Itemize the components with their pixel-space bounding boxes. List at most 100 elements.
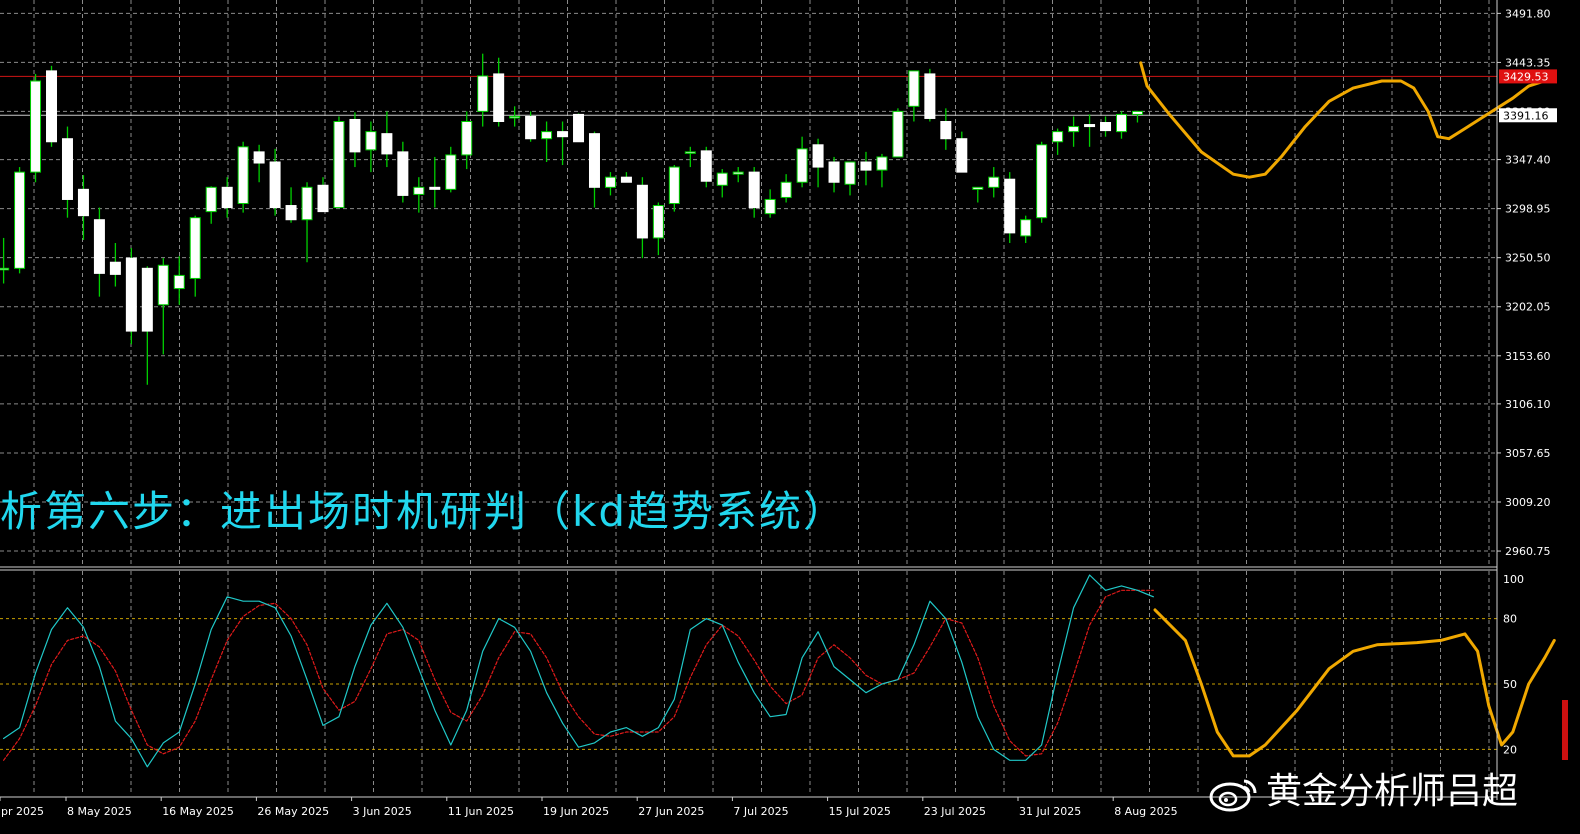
candle: [796, 136, 808, 188]
candle-body: [924, 73, 936, 119]
x-tick-label: 3 Jun 2025: [353, 805, 412, 818]
candle-body: [828, 161, 840, 183]
candle-body: [908, 70, 920, 107]
weibo-logo-icon: [1209, 779, 1257, 812]
candle: [748, 167, 760, 218]
candle-body: [493, 73, 505, 122]
candle-body: [700, 150, 712, 182]
candle-body: [1004, 178, 1016, 234]
candle-body: [876, 156, 888, 171]
candle: [349, 112, 361, 168]
candle: [780, 174, 792, 203]
candle-body: [668, 166, 680, 205]
candle-body: [205, 186, 217, 213]
candle: [1131, 110, 1143, 123]
kd-tick-label: 80: [1503, 613, 1517, 626]
candle-body: [221, 186, 233, 209]
candle-body: [333, 121, 345, 209]
candle-body: [748, 171, 760, 209]
candle: [253, 144, 265, 183]
candle-body: [46, 70, 58, 143]
candle: [46, 65, 58, 147]
candle: [668, 165, 680, 212]
candle-body: [253, 151, 265, 164]
candle: [30, 73, 42, 183]
candle: [732, 167, 744, 183]
candle-body: [860, 161, 872, 171]
x-tick-label: pr 2025: [1, 805, 44, 818]
candle-body: [796, 148, 808, 183]
candle-body: [237, 146, 249, 205]
candle-body: [892, 110, 904, 158]
candle-body: [604, 176, 616, 188]
candle-body: [109, 261, 121, 275]
x-tick-label: 27 Jun 2025: [638, 805, 704, 818]
candle-body: [157, 264, 169, 306]
candle: [972, 186, 984, 203]
resistance-price-label: 3429.53: [1503, 70, 1549, 83]
candle: [988, 167, 1000, 198]
candle: [14, 167, 26, 274]
candle: [77, 175, 89, 240]
candle-body: [14, 171, 26, 269]
candle-body: [0, 267, 10, 271]
candle-body: [1068, 126, 1080, 133]
candle: [141, 266, 153, 385]
candle-body: [1020, 219, 1032, 237]
candle: [509, 106, 521, 127]
x-tick-label: 8 May 2025: [67, 805, 132, 818]
candle: [573, 113, 585, 143]
candle: [908, 70, 920, 122]
candle: [445, 146, 457, 193]
candle: [844, 161, 856, 196]
candle: [604, 172, 616, 196]
candle-body: [61, 138, 73, 200]
candle: [0, 237, 10, 284]
y-tick-label: 3298.95: [1505, 203, 1551, 216]
watermark: 黄金分析师吕超: [1208, 762, 1518, 814]
candle-body: [397, 151, 409, 196]
candle-body: [588, 133, 600, 188]
scroll-marker: [1562, 700, 1568, 760]
candle-body: [716, 172, 728, 186]
candle: [860, 151, 872, 186]
candle: [1004, 172, 1016, 243]
candle: [876, 153, 888, 188]
candle: [1020, 215, 1032, 243]
candle-body: [461, 121, 473, 156]
kd-tick-label: 20: [1503, 743, 1517, 756]
candle-body: [1131, 110, 1143, 115]
candle: [381, 111, 393, 168]
candle-body: [652, 205, 664, 239]
candle: [588, 131, 600, 208]
candle: [429, 156, 441, 208]
x-tick-label: 19 Jun 2025: [543, 805, 609, 818]
candle-body: [365, 131, 377, 151]
candle-body: [1084, 124, 1096, 128]
current-price-label: 3391.16: [1503, 109, 1549, 122]
candle: [109, 243, 121, 287]
x-tick-label: 26 May 2025: [257, 805, 329, 818]
candle-body: [620, 176, 632, 183]
candle: [1036, 141, 1048, 223]
candle-body: [445, 154, 457, 190]
x-tick-label: 23 Jul 2025: [924, 805, 986, 818]
candle: [636, 177, 648, 259]
candle-body: [573, 113, 585, 143]
candle: [285, 187, 297, 223]
candle-body: [317, 184, 329, 213]
candle-body: [30, 80, 42, 173]
candle: [301, 182, 313, 263]
candle: [557, 121, 569, 166]
candle: [1084, 114, 1096, 147]
y-tick-label: 3347.40: [1505, 154, 1551, 167]
y-tick-label: 3009.20: [1505, 496, 1551, 509]
candle-body: [141, 267, 153, 332]
y-tick-label: 3106.10: [1505, 398, 1551, 411]
candle: [764, 189, 776, 218]
candle: [1068, 116, 1080, 147]
candle: [333, 116, 345, 209]
candle: [189, 215, 201, 297]
candle: [716, 169, 728, 198]
candle-body: [429, 186, 441, 190]
